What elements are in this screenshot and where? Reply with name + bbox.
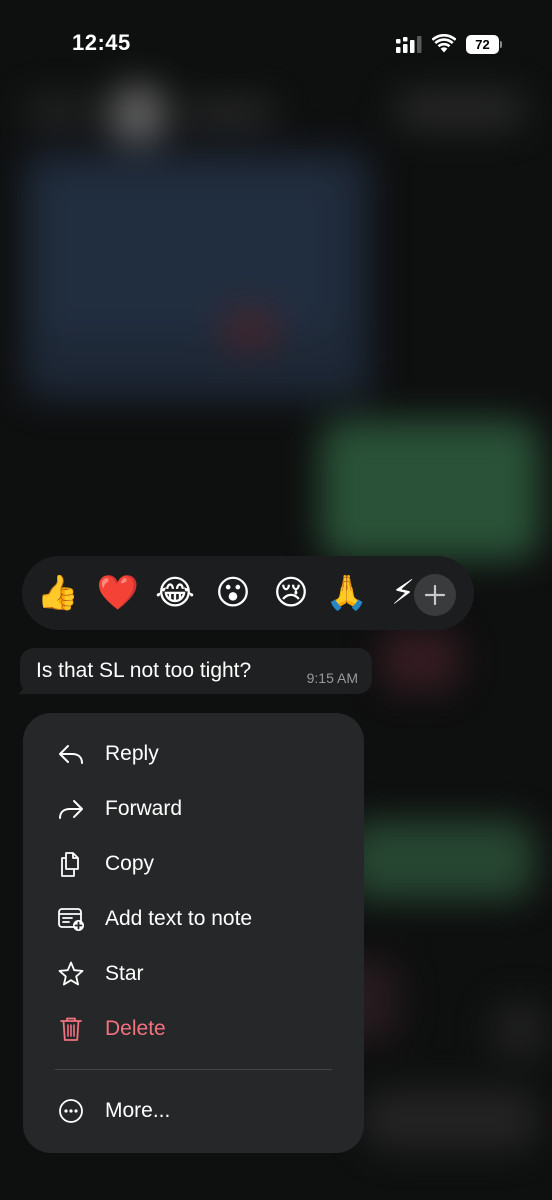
- blurred-outgoing-bubble: [320, 420, 540, 560]
- message-timestamp: 9:15 AM: [306, 670, 358, 686]
- menu-item-copy[interactable]: Copy: [23, 837, 364, 891]
- menu-item-star[interactable]: Star: [23, 947, 364, 1001]
- reaction-face-with-tears-of-joy[interactable]: 😂: [150, 568, 200, 618]
- menu-item-reply[interactable]: Reply: [23, 727, 364, 781]
- menu-item-forward[interactable]: Forward: [23, 782, 364, 836]
- blurred-element: [380, 630, 460, 690]
- reaction-crying-face[interactable]: 😢: [266, 568, 316, 618]
- forward-icon: [59, 800, 83, 819]
- ellipsis-circle-icon: [59, 1099, 83, 1123]
- menu-item-label: Copy: [105, 852, 155, 875]
- reply-icon: [59, 745, 83, 764]
- trash-icon: [60, 1017, 82, 1041]
- blurred-media-image: [40, 175, 340, 335]
- blurred-outgoing-bubble: [345, 820, 535, 900]
- menu-item-add-text-to-note[interactable]: Add text to note: [23, 892, 364, 946]
- message-context-menu: Reply Forward Copy Add text to note Star…: [23, 713, 364, 1153]
- menu-item-label: Forward: [105, 797, 183, 820]
- cellular-signal-icon: [396, 36, 422, 53]
- reaction-face-with-open-mouth[interactable]: 😮: [208, 568, 258, 618]
- wifi-icon: [432, 34, 456, 53]
- message-text: Is that SL not too tight?: [36, 659, 252, 682]
- blurred-input-bar: [360, 1090, 540, 1150]
- blurred-back-button: [24, 98, 94, 124]
- blurred-element: [490, 1000, 550, 1060]
- menu-item-delete[interactable]: Delete: [23, 1002, 364, 1056]
- plus-icon: [424, 584, 446, 606]
- copy-icon: [61, 852, 79, 877]
- menu-item-label: Add text to note: [105, 907, 253, 930]
- battery-tip: [500, 41, 502, 48]
- battery-level: 72: [466, 35, 499, 54]
- more-reactions-button[interactable]: [414, 574, 456, 616]
- star-icon: [58, 961, 84, 986]
- menu-item-label: Star: [105, 962, 144, 985]
- blurred-contact-name: [185, 102, 275, 124]
- blurred-header-icons: [395, 92, 525, 128]
- reaction-bar: 👍 ❤️ 😂 😮 😢 🙏 ⚡: [22, 556, 474, 630]
- reaction-folded-hands[interactable]: 🙏: [322, 568, 372, 618]
- menu-item-label: Reply: [105, 742, 159, 765]
- menu-item-label: More...: [105, 1099, 171, 1122]
- battery-indicator: 72: [466, 35, 502, 54]
- reaction-red-heart[interactable]: ❤️: [93, 568, 143, 618]
- note-icon: [58, 908, 84, 931]
- status-bar: 12:45 72: [0, 0, 552, 90]
- message-bubble[interactable]: Is that SL not too tight? 9:15 AM: [20, 648, 372, 694]
- menu-item-label: Delete: [105, 1017, 166, 1040]
- blurred-avatar: [108, 84, 168, 144]
- blurred-reaction: [220, 310, 280, 350]
- status-time: 12:45: [72, 30, 131, 55]
- menu-divider: [55, 1069, 332, 1070]
- reaction-thumbs-up[interactable]: 👍: [33, 568, 83, 618]
- menu-item-more[interactable]: More...: [23, 1084, 364, 1138]
